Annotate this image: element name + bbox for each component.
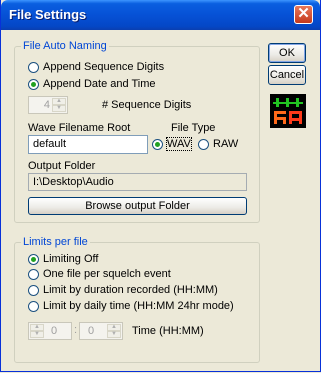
hours-spinner[interactable]: 0 ▲ ▼ <box>28 322 72 340</box>
limit-duration-radio[interactable]: Limit by duration recorded (HH:MM) <box>28 284 218 296</box>
browse-output-folder-button[interactable]: Browse output Folder <box>28 197 247 215</box>
hours-value: 0 <box>51 325 58 337</box>
cancel-button[interactable]: Cancel <box>268 65 306 85</box>
spin-up-icon[interactable]: ▲ <box>30 324 44 331</box>
file-type-wav-radio[interactable]: WAV <box>152 137 192 151</box>
radio-label: One file per squelch event <box>43 268 171 280</box>
window-title: File Settings <box>9 7 87 22</box>
minutes-value: 0 <box>88 325 95 337</box>
radio-label: Limit by daily time (HH:MM 24hr mode) <box>43 300 234 312</box>
sequence-digits-value: 4 <box>43 99 50 111</box>
radio-label: Append Sequence Digits <box>43 61 165 73</box>
append-date-radio[interactable]: Append Date and Time <box>28 78 156 90</box>
sequence-digits-spinner[interactable]: 4 ▲ ▼ <box>28 96 68 114</box>
radio-dot <box>152 138 163 150</box>
spin-up-icon[interactable]: ▲ <box>52 98 66 105</box>
radio-dot <box>28 61 39 73</box>
spin-down-icon[interactable]: ▼ <box>107 331 121 338</box>
append-sequence-radio[interactable]: Append Sequence Digits <box>28 61 164 73</box>
file-type-raw-radio[interactable]: RAW <box>198 138 238 150</box>
radio-label: WAV <box>166 137 192 151</box>
radio-dot <box>28 284 39 296</box>
limits-legend: Limits per file <box>21 236 90 248</box>
radio-label: Limit by duration recorded (HH:MM) <box>43 284 218 296</box>
time-separator: : <box>74 324 78 336</box>
sequence-digits-label: # Sequence Digits <box>102 99 192 111</box>
ok-button[interactable]: OK <box>268 43 306 63</box>
app-logo-icon <box>270 94 306 128</box>
wave-root-label: Wave Filename Root <box>28 122 131 134</box>
close-button[interactable]: ✕ <box>294 5 313 24</box>
spin-down-icon[interactable]: ▼ <box>52 105 66 112</box>
radio-label: RAW <box>213 138 239 150</box>
title-bar[interactable]: File Settings ✕ <box>1 0 320 30</box>
file-auto-naming-legend: File Auto Naming <box>21 40 109 52</box>
wave-root-input[interactable]: default <box>28 135 148 154</box>
squelch-event-radio[interactable]: One file per squelch event <box>28 268 171 280</box>
minutes-spinner[interactable]: 0 ▲ ▼ <box>79 322 123 340</box>
output-folder-label: Output Folder <box>28 160 96 172</box>
close-icon: ✕ <box>297 5 310 22</box>
limiting-off-radio[interactable]: Limiting Off <box>28 253 98 265</box>
radio-label: Limiting Off <box>43 253 99 265</box>
radio-dot <box>28 253 39 265</box>
radio-dot <box>198 138 209 150</box>
radio-label: Append Date and Time <box>43 78 156 90</box>
time-label: Time (HH:MM) <box>132 325 204 337</box>
file-settings-dialog: File Settings ✕ OK Cancel File Auto Nami… <box>0 0 321 372</box>
output-folder-field: I:\Desktop\Audio <box>28 173 247 191</box>
file-type-label: File Type <box>171 122 216 134</box>
radio-dot <box>28 300 39 312</box>
radio-dot <box>28 268 39 280</box>
spin-down-icon[interactable]: ▼ <box>30 331 44 338</box>
spin-up-icon[interactable]: ▲ <box>107 324 121 331</box>
limit-daily-radio[interactable]: Limit by daily time (HH:MM 24hr mode) <box>28 300 234 312</box>
radio-dot <box>28 78 39 90</box>
